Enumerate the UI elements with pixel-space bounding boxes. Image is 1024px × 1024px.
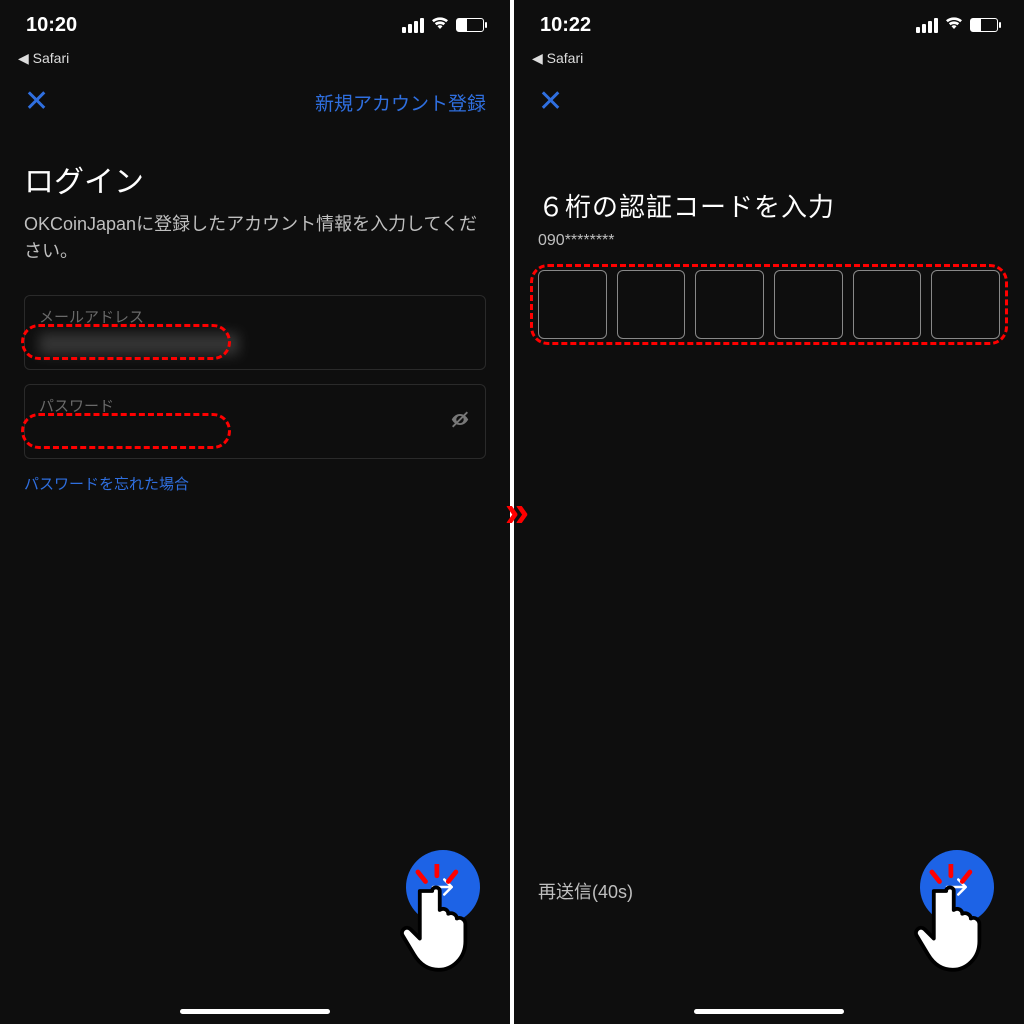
close-icon[interactable]: ✕ [538, 87, 563, 117]
code-digit-3[interactable] [695, 270, 764, 339]
code-digit-6[interactable] [931, 270, 1000, 339]
password-label: パスワード [39, 395, 471, 416]
email-field[interactable]: メールアドレス [24, 295, 486, 370]
wifi-icon [430, 15, 450, 36]
submit-button[interactable] [406, 850, 480, 924]
cellular-icon [916, 18, 938, 33]
status-bar: 10:22 [514, 0, 1024, 50]
email-value[interactable] [39, 333, 471, 355]
page-title: ログイン [24, 157, 486, 201]
home-indicator[interactable] [180, 1009, 330, 1014]
page-title: ６桁の認証コードを入力 [538, 187, 1000, 224]
visibility-toggle-icon[interactable] [449, 408, 471, 435]
status-indicators [402, 15, 484, 36]
code-digit-5[interactable] [853, 270, 922, 339]
back-to-safari[interactable]: ◀ Safari [514, 50, 1024, 67]
verify-screen: 10:22 ◀ Safari ✕ ６桁の認証コードを入力 090********… [512, 0, 1024, 1024]
close-icon[interactable]: ✕ [24, 87, 49, 117]
back-to-safari[interactable]: ◀ Safari [0, 50, 510, 67]
status-time: 10:20 [26, 14, 77, 37]
password-value[interactable] [39, 422, 471, 444]
code-digit-2[interactable] [617, 270, 686, 339]
wifi-icon [944, 15, 964, 36]
status-indicators [916, 15, 998, 36]
verify-content: ６桁の認証コードを入力 090******** [514, 127, 1024, 339]
email-label: メールアドレス [39, 306, 471, 327]
nav-row: ✕ [514, 67, 1024, 127]
submit-button[interactable] [920, 850, 994, 924]
transition-arrow-icon: » [505, 487, 519, 537]
home-indicator[interactable] [694, 1009, 844, 1014]
code-digit-4[interactable] [774, 270, 843, 339]
code-digit-1[interactable] [538, 270, 607, 339]
masked-phone: 090******** [538, 232, 1000, 250]
arrow-right-icon [942, 872, 972, 902]
cellular-icon [402, 18, 424, 33]
battery-icon [456, 18, 484, 32]
arrow-right-icon [428, 872, 458, 902]
battery-icon [970, 18, 998, 32]
nav-row: ✕ 新規アカウント登録 [0, 67, 510, 127]
resend-code[interactable]: 再送信(40s) [538, 878, 633, 904]
redacted-email [39, 333, 239, 355]
forgot-password-link[interactable]: パスワードを忘れた場合 [24, 473, 486, 494]
signup-link[interactable]: 新規アカウント登録 [315, 89, 486, 116]
code-input-row [538, 270, 1000, 339]
page-subtitle: OKCoinJapanに登録したアカウント情報を入力してください。 [24, 211, 486, 265]
login-content: ログイン OKCoinJapanに登録したアカウント情報を入力してください。 メ… [0, 127, 510, 494]
status-time: 10:22 [540, 14, 591, 37]
password-field[interactable]: パスワード [24, 384, 486, 459]
login-screen: 10:20 ◀ Safari ✕ 新規アカウント登録 ログイン OKCoinJa… [0, 0, 512, 1024]
status-bar: 10:20 [0, 0, 510, 50]
